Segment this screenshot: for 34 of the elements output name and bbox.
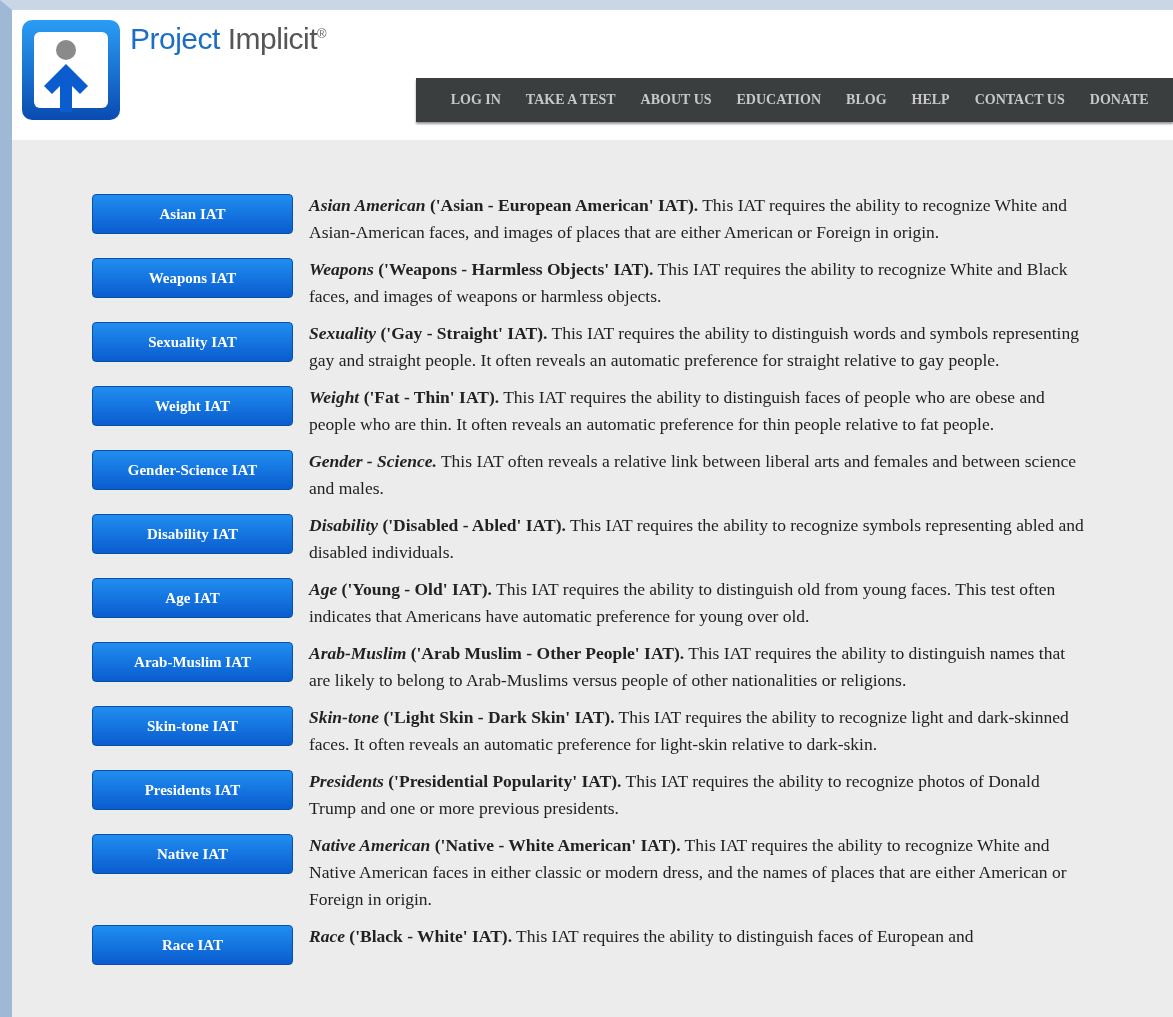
- nav-link[interactable]: BLOG: [833, 92, 900, 108]
- test-button[interactable]: Weight IAT: [92, 386, 293, 426]
- nav-link[interactable]: TAKE A TEST: [513, 92, 629, 108]
- test-description: Disability ('Disabled - Abled' IAT). This IAT requires the ability to recognize symbols representing abled and disabled individuals.: [309, 514, 1085, 564]
- test-description: Asian American ('Asian - European American' IAT). This IAT requires the ability to recognize White and Asian-American faces, and images of places that are either American or Foreign in origin.: [309, 194, 1068, 244]
- test-button[interactable]: Race IAT: [92, 925, 293, 965]
- test-description: Arab-Muslim ('Arab Muslim - Other People' IAT). This IAT requires the ability to distinguish names that are likely to belong to Arab-Muslims versus people of other nationalities or religions.: [309, 642, 1067, 692]
- test-button[interactable]: Skin-tone IAT: [92, 706, 293, 746]
- test-description: Age ('Young - Old' IAT). This IAT requires the ability to distinguish old from young faces. This test often indicates that Americans have automatic preference for young over old.: [309, 578, 1057, 628]
- nav-link[interactable]: EDUCATION: [724, 92, 834, 108]
- nav-link[interactable]: LOG IN: [438, 92, 514, 108]
- test-button[interactable]: Age IAT: [92, 578, 293, 618]
- nav-link[interactable]: ABOUT US: [628, 92, 725, 108]
- test-button[interactable]: Native IAT: [92, 834, 293, 874]
- test-description: Native American ('Native - White American' IAT). This IAT requires the ability to recognize White and Native American faces in either classic or modern dress, and the names of places that are either American or Foreign in origin.: [309, 834, 1068, 911]
- nav-link[interactable]: DONATE: [1077, 92, 1162, 108]
- test-description: Sexuality ('Gay - Straight' IAT). This IAT requires the ability to distinguish words and symbols representing gay and straight people. It often reveals an automatic preference for straight relative to gay people.: [309, 322, 1080, 372]
- logo-icon: [22, 20, 120, 120]
- test-button[interactable]: Arab-Muslim IAT: [92, 642, 293, 682]
- test-description: Presidents ('Presidential Popularity' IAT). This IAT requires the ability to recognize photos of Donald Trump and one or more previous presidents.: [309, 770, 1041, 820]
- test-description: Skin-tone ('Light Skin - Dark Skin' IAT). This IAT requires the ability to recognize light and dark-skinned faces. It often reveals an automatic preference for light-skin relative to dark-skin.: [309, 706, 1070, 756]
- test-description: Weapons ('Weapons - Harmless Objects' IAT). This IAT requires the ability to recognize White and Black faces, and images of weapons or harmless objects.: [309, 258, 1069, 308]
- test-button[interactable]: Presidents IAT: [92, 770, 293, 810]
- test-description: Weight ('Fat - Thin' IAT). This IAT requires the ability to distinguish faces of people who are obese and people who are thin. It often reveals an automatic preference for thin people relative to fat people.: [309, 386, 1046, 436]
- test-button[interactable]: Weapons IAT: [92, 258, 293, 298]
- nav-link[interactable]: CONTACT US: [962, 92, 1078, 108]
- site-title[interactable]: Project Implicit$^{®}$: [130, 22, 327, 56]
- test-button[interactable]: Sexuality IAT: [92, 322, 293, 362]
- nav-link[interactable]: HELP: [899, 92, 963, 108]
- test-button[interactable]: Gender-Science IAT: [92, 450, 293, 490]
- test-description: Race ('Black - White' IAT). This IAT requires the ability to distinguish faces of European and: [309, 925, 975, 948]
- test-button[interactable]: Disability IAT: [92, 514, 293, 554]
- test-description: Gender - Science. This IAT often reveals a relative link between liberal arts and females and between science and males.: [309, 450, 1078, 500]
- test-button[interactable]: Asian IAT: [92, 194, 293, 234]
